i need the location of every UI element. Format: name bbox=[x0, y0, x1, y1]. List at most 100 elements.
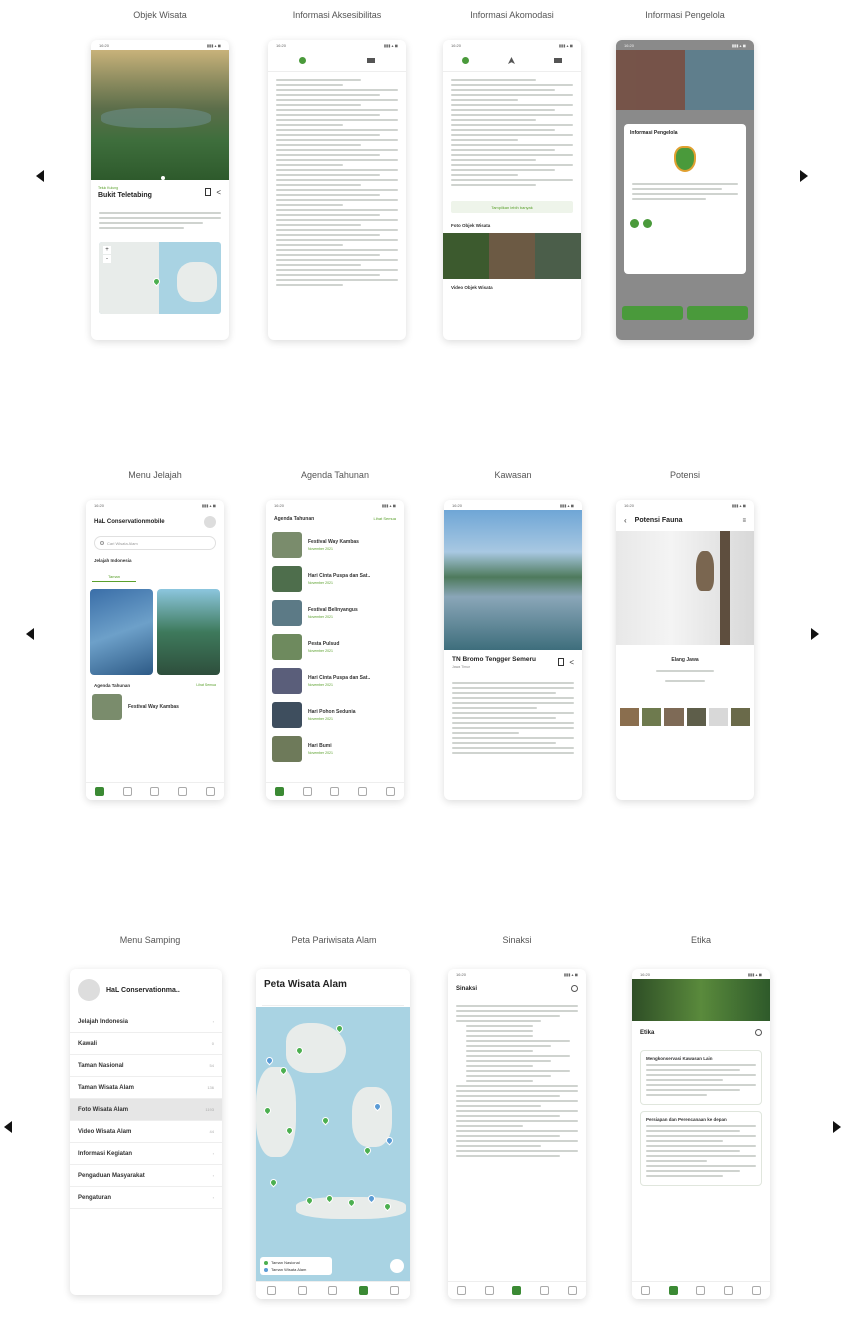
nav-home-icon[interactable] bbox=[275, 787, 285, 796]
nav-leaf-icon[interactable] bbox=[297, 1286, 307, 1295]
menu-item-video-wisata-alam[interactable]: Video Wisata Alam 44 bbox=[70, 1121, 222, 1143]
agenda-item[interactable]: Festival Way Kambas bbox=[86, 690, 224, 724]
avatar[interactable] bbox=[204, 516, 216, 528]
agenda-item[interactable]: Pesta Pulsud November 2021 bbox=[266, 630, 404, 664]
nav-message-icon[interactable] bbox=[205, 787, 215, 796]
map-pin-icon[interactable] bbox=[264, 1055, 275, 1066]
nav-leaf-icon[interactable] bbox=[302, 787, 312, 796]
plane-tab-icon[interactable] bbox=[507, 57, 515, 64]
search-input[interactable]: Cari Wisata Alam bbox=[94, 536, 216, 550]
next-arrow-icon[interactable] bbox=[797, 169, 809, 183]
zoom-out-button[interactable]: - bbox=[103, 255, 111, 263]
gallery-thumb[interactable] bbox=[664, 708, 684, 726]
menu-icon[interactable]: ≡ bbox=[742, 518, 746, 524]
photo-strip bbox=[443, 233, 581, 279]
bookmark-icon[interactable] bbox=[205, 188, 211, 196]
agenda-item[interactable]: Festival Belinyangus November 2021 bbox=[266, 596, 404, 630]
nav-home-icon[interactable] bbox=[266, 1286, 276, 1295]
share-icon[interactable]: < bbox=[569, 658, 574, 667]
see-all-link[interactable]: Lihat Semua bbox=[374, 516, 396, 522]
menu-item-jelajah-indonesia[interactable]: Jelajah Indonesia › bbox=[70, 1011, 222, 1033]
tourism-map[interactable]: Taman Nasional Taman Wisata Alam bbox=[256, 1007, 410, 1281]
nav-message-icon[interactable] bbox=[390, 1286, 400, 1295]
nav-document-icon[interactable] bbox=[330, 787, 340, 796]
gallery-thumb[interactable] bbox=[620, 708, 640, 726]
gallery-thumb[interactable] bbox=[730, 708, 751, 726]
bed-tab-icon[interactable] bbox=[553, 58, 562, 63]
nav-map-icon[interactable] bbox=[359, 1286, 369, 1295]
menu-item-foto-wisata-alam[interactable]: Foto Wisata Alam 1193 bbox=[70, 1099, 222, 1121]
agenda-item[interactable]: Hari Cinta Puspa dan Sat.. November 2021 bbox=[266, 664, 404, 698]
agenda-item[interactable]: Festival Way Kambas November 2021 bbox=[266, 528, 404, 562]
gallery-photo[interactable] bbox=[535, 233, 581, 279]
phone-icon[interactable] bbox=[630, 219, 639, 228]
info-icon[interactable] bbox=[571, 985, 578, 992]
nav-map-icon[interactable] bbox=[724, 1286, 734, 1295]
menu-item-pengaturan[interactable]: Pengaturan › bbox=[70, 1187, 222, 1209]
tab-taman[interactable]: Taman bbox=[92, 572, 137, 582]
next-arrow-icon[interactable] bbox=[808, 627, 820, 641]
screen-title: Menu Jelajah bbox=[128, 470, 182, 480]
action-button-left[interactable] bbox=[622, 306, 683, 320]
prev-arrow-icon[interactable] bbox=[2, 1120, 14, 1134]
nav-home-icon[interactable] bbox=[641, 1286, 651, 1295]
action-button-right[interactable] bbox=[687, 306, 748, 320]
nav-leaf-icon[interactable] bbox=[484, 1286, 494, 1295]
location-tab-icon[interactable] bbox=[462, 57, 470, 64]
share-icon[interactable]: < bbox=[216, 188, 221, 197]
nav-message-icon[interactable] bbox=[385, 787, 395, 796]
back-icon[interactable]: ‹ bbox=[624, 516, 627, 525]
nav-document-icon[interactable] bbox=[512, 1286, 522, 1295]
nav-message-icon[interactable] bbox=[751, 1286, 761, 1295]
prev-arrow-icon[interactable] bbox=[24, 627, 36, 641]
status-bar: 16:20 ▮▮▮ ▴ ◼ bbox=[94, 503, 216, 508]
nav-message-icon[interactable] bbox=[567, 1286, 577, 1295]
nav-document-icon[interactable] bbox=[696, 1286, 706, 1295]
menu-item-informasi-kegiatan[interactable]: Informasi Kegiatan › bbox=[70, 1143, 222, 1165]
nav-document-icon[interactable] bbox=[150, 787, 160, 796]
gallery-photo[interactable] bbox=[489, 233, 535, 279]
prev-arrow-icon[interactable] bbox=[34, 169, 46, 183]
info-icon[interactable] bbox=[755, 1029, 762, 1036]
bed-tab-icon[interactable] bbox=[367, 58, 376, 63]
nav-home-icon[interactable] bbox=[95, 787, 105, 796]
location-tab-icon[interactable] bbox=[298, 57, 306, 64]
see-all-link[interactable]: Lihat Semua bbox=[196, 683, 216, 688]
nav-map-icon[interactable] bbox=[358, 787, 368, 796]
agenda-item[interactable]: Hari Cinta Puspa dan Sat.. November 2021 bbox=[266, 562, 404, 596]
map-pin-icon[interactable] bbox=[384, 1135, 395, 1146]
bookmark-icon[interactable] bbox=[558, 658, 564, 666]
gallery-thumb[interactable] bbox=[686, 708, 706, 726]
locate-me-icon[interactable] bbox=[390, 1259, 404, 1273]
agenda-item[interactable]: Hari Pohon Sedunia November 2021 bbox=[266, 698, 404, 732]
agenda-item[interactable]: Hari Bumi November 2021 bbox=[266, 732, 404, 766]
gallery-thumb[interactable] bbox=[708, 708, 728, 726]
destination-card[interactable] bbox=[157, 589, 220, 675]
nav-map-icon[interactable] bbox=[178, 787, 188, 796]
screen-title: Kawasan bbox=[494, 470, 532, 480]
mail-icon[interactable] bbox=[643, 219, 652, 228]
map-pin-icon[interactable] bbox=[320, 1115, 331, 1126]
avatar[interactable] bbox=[78, 979, 100, 1001]
gallery-thumb[interactable] bbox=[642, 708, 662, 726]
show-more-button[interactable]: Tampilkan lebih banyak bbox=[451, 201, 573, 213]
nav-document-icon[interactable] bbox=[328, 1286, 338, 1295]
nav-map-icon[interactable] bbox=[540, 1286, 550, 1295]
gallery-photo[interactable] bbox=[443, 233, 489, 279]
nav-leaf-icon[interactable] bbox=[122, 787, 132, 796]
map-pin-icon[interactable] bbox=[362, 1145, 373, 1156]
menu-item-taman-nasional[interactable]: Taman Nasional 54 bbox=[70, 1055, 222, 1077]
destination-card[interactable] bbox=[90, 589, 153, 675]
map-pin-icon[interactable] bbox=[268, 1177, 279, 1188]
next-arrow-icon[interactable] bbox=[830, 1120, 842, 1134]
nav-home-icon[interactable] bbox=[457, 1286, 467, 1295]
species-gallery bbox=[616, 694, 754, 740]
menu-item-pengaduan-masyarakat[interactable]: Pengaduan Masyarakat › bbox=[70, 1165, 222, 1187]
menu-item-taman-wisata-alam[interactable]: Taman Wisata Alam 136 bbox=[70, 1077, 222, 1099]
zoom-in-button[interactable]: + bbox=[103, 246, 111, 254]
location-map[interactable]: + - bbox=[99, 242, 221, 314]
app-name: HaL Conservationmobile bbox=[94, 519, 165, 525]
nav-leaf-icon[interactable] bbox=[668, 1286, 678, 1295]
hero-image bbox=[444, 510, 582, 650]
menu-item-kawali[interactable]: Kawali 0 bbox=[70, 1033, 222, 1055]
